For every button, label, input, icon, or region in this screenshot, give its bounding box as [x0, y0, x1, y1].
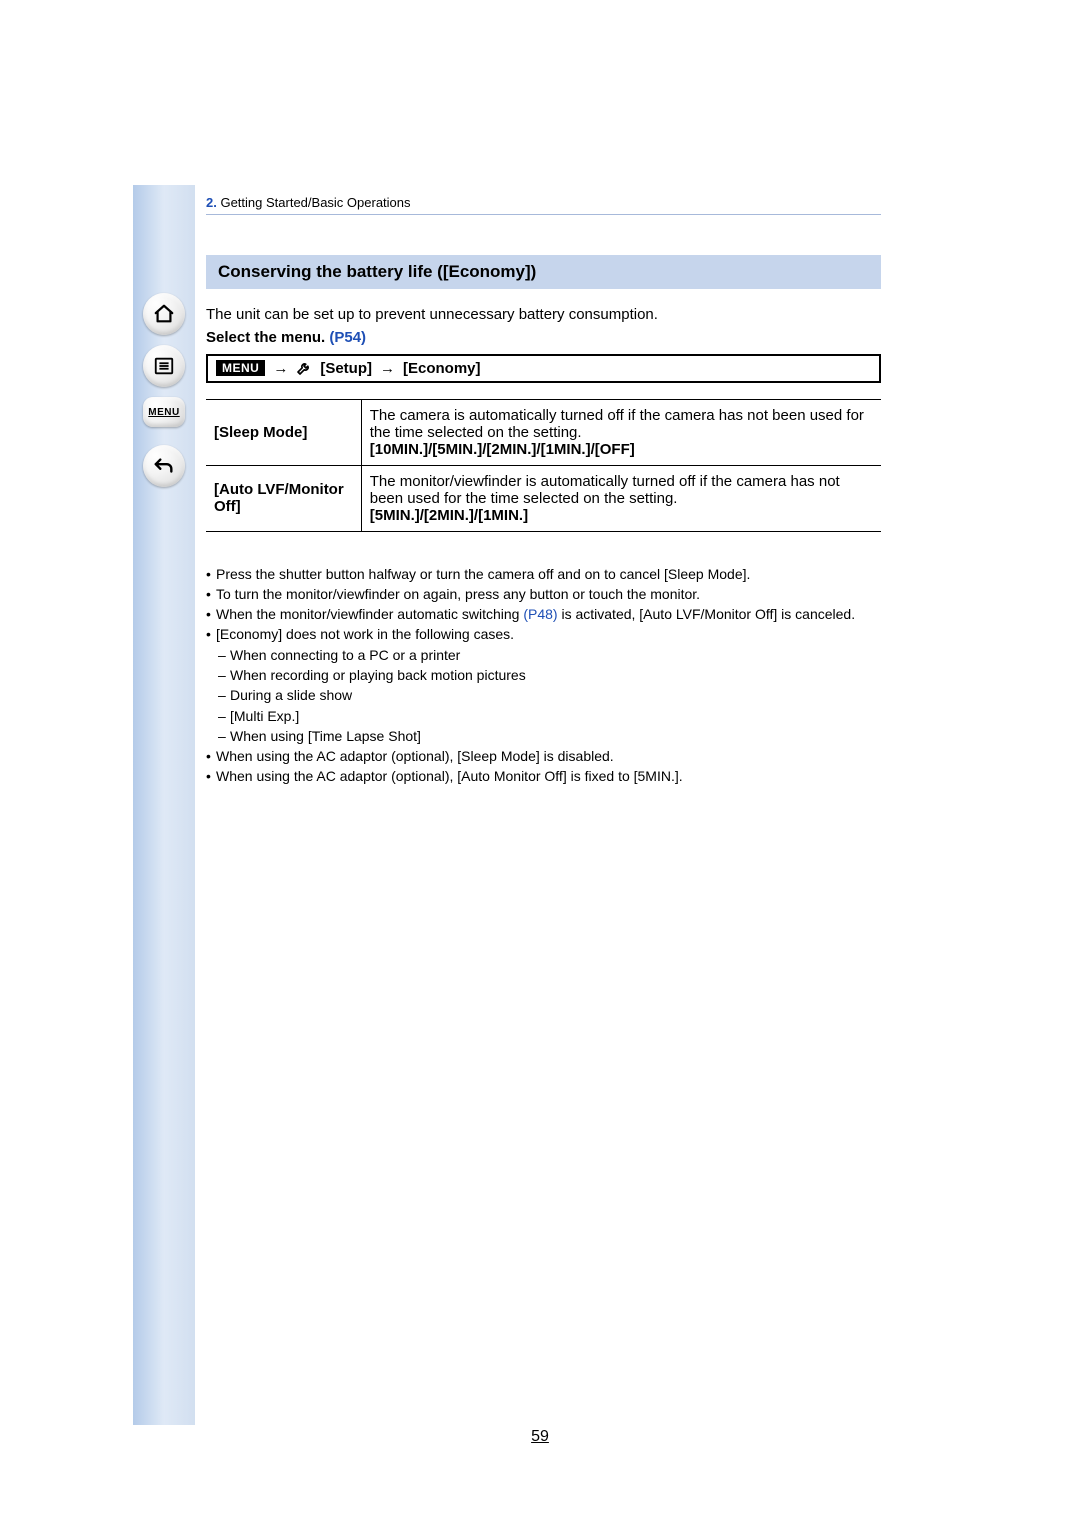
- menu-path-box: MENU → [Setup] → [Economy]: [206, 354, 881, 383]
- option-values: [10MIN.]/[5MIN.]/[2MIN.]/[1MIN.]/[OFF]: [370, 441, 635, 458]
- toc-button[interactable]: [143, 345, 185, 387]
- chapter-number: 2.: [206, 195, 217, 210]
- select-menu-prefix: Select the menu.: [206, 329, 325, 346]
- option-name-sleep: [Sleep Mode]: [206, 399, 361, 465]
- option-name-autolvf: [Auto LVF/Monitor Off]: [206, 465, 361, 531]
- menu-path-setup: [Setup]: [320, 360, 372, 377]
- select-menu-line: Select the menu. (P54): [206, 329, 881, 346]
- notes: •Press the shutter button halfway or tur…: [206, 564, 881, 787]
- option-values: [5MIN.]/[2MIN.]/[1MIN.]: [370, 507, 528, 524]
- note-subitem: When connecting to a PC or a printer: [230, 645, 460, 665]
- menu-path-economy: [Economy]: [403, 360, 481, 377]
- menu-button[interactable]: MENU: [143, 397, 185, 427]
- wrench-icon: [296, 360, 312, 376]
- note-subitem: [Multi Exp.]: [230, 706, 299, 726]
- chapter-title: Getting Started/Basic Operations: [220, 195, 410, 210]
- sidebar: MENU: [133, 185, 195, 1425]
- home-icon: [153, 303, 175, 325]
- manual-page: MENU 2. Getting Started/Basic Operations…: [0, 0, 1080, 1526]
- page-number: 59: [531, 1428, 549, 1446]
- note-item: When the monitor/viewfinder automatic sw…: [216, 604, 855, 624]
- note-item: Press the shutter button halfway or turn…: [216, 564, 750, 584]
- back-button[interactable]: [143, 445, 185, 487]
- option-desc-text: The camera is automatically turned off i…: [370, 407, 864, 441]
- intro-text: The unit can be set up to prevent unnece…: [206, 305, 881, 325]
- note-item: When using the AC adaptor (optional), [S…: [216, 746, 614, 766]
- table-row: [Auto LVF/Monitor Off] The monitor/viewf…: [206, 465, 881, 531]
- note-link-p48[interactable]: (P48): [523, 606, 557, 622]
- chapter-header: 2. Getting Started/Basic Operations: [206, 195, 881, 215]
- note-item: [Economy] does not work in the following…: [216, 624, 514, 644]
- note-item: When using the AC adaptor (optional), [A…: [216, 766, 683, 786]
- option-desc-autolvf: The monitor/viewfinder is automatically …: [361, 465, 881, 531]
- note-item: To turn the monitor/viewfinder on again,…: [216, 584, 700, 604]
- option-desc-sleep: The camera is automatically turned off i…: [361, 399, 881, 465]
- sidebar-buttons: MENU: [143, 293, 185, 487]
- arrow-2: →: [380, 360, 395, 377]
- menu-label: MENU: [148, 407, 179, 418]
- section-title: Conserving the battery life ([Economy]): [206, 255, 881, 289]
- note-subitem: When using [Time Lapse Shot]: [230, 726, 421, 746]
- menu-badge: MENU: [216, 360, 265, 376]
- arrow-1: →: [273, 360, 288, 377]
- note-subitem: When recording or playing back motion pi…: [230, 665, 526, 685]
- content-area: 2. Getting Started/Basic Operations Cons…: [206, 195, 881, 787]
- select-menu-link[interactable]: (P54): [329, 329, 366, 346]
- table-row: [Sleep Mode] The camera is automatically…: [206, 399, 881, 465]
- option-desc-text: The monitor/viewfinder is automatically …: [370, 473, 840, 507]
- note-subitem: During a slide show: [230, 685, 352, 705]
- back-icon: [153, 455, 175, 477]
- options-table: [Sleep Mode] The camera is automatically…: [206, 399, 881, 532]
- home-button[interactable]: [143, 293, 185, 335]
- toc-icon: [153, 355, 175, 377]
